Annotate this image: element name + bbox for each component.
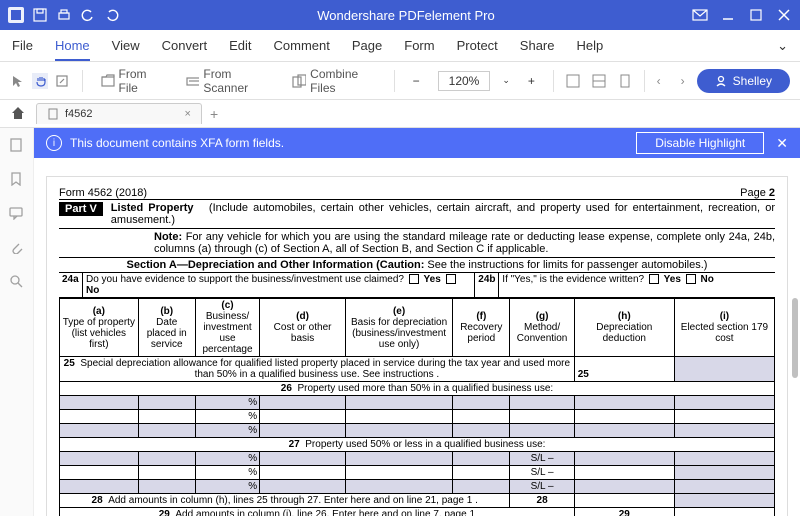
maximize-icon[interactable] (748, 7, 764, 23)
app-title: Wondershare PDFelement Pro (120, 8, 692, 23)
xfa-banner: i This document contains XFA form fields… (34, 128, 800, 158)
tab-close-icon[interactable]: × (185, 108, 191, 120)
zoom-dropdown-icon[interactable]: ⌄ (502, 75, 510, 86)
pointer-tool-icon[interactable] (10, 73, 26, 89)
menu-view[interactable]: View (112, 38, 140, 53)
menu-convert[interactable]: Convert (162, 38, 208, 53)
menu-page[interactable]: Page (352, 38, 382, 53)
property-table: (a)Type of property (list vehicles first… (59, 298, 775, 516)
info-icon: i (46, 135, 62, 151)
menu-chevron-icon[interactable]: ⌄ (777, 38, 788, 54)
tab-add-icon[interactable]: + (210, 106, 218, 122)
disable-highlight-button[interactable]: Disable Highlight (636, 132, 764, 154)
content-area: i This document contains XFA form fields… (34, 128, 800, 516)
fit-width-icon[interactable] (566, 73, 580, 89)
redo-icon[interactable] (104, 7, 120, 23)
pdf-page: Form 4562 (2018) Page 2 Part V Listed Pr… (46, 176, 788, 516)
comments-icon[interactable] (9, 206, 25, 222)
mail-icon[interactable] (692, 7, 708, 23)
combine-files-button[interactable]: Combine Files (286, 63, 381, 99)
section-a-header: Section A—Depreciation and Other Informa… (59, 257, 775, 273)
document-tab[interactable]: f4562 × (36, 103, 202, 124)
fit-page-icon[interactable] (592, 73, 606, 89)
titlebar: Wondershare PDFelement Pro (0, 0, 800, 30)
tabbar: f4562 × + (0, 100, 800, 128)
toolbar: From File From Scanner Combine Files − 1… (0, 62, 800, 100)
form-header-right: Page 2 (740, 187, 775, 199)
print-icon[interactable] (56, 7, 72, 23)
checkbox-24a-no[interactable] (446, 274, 456, 284)
search-icon[interactable] (9, 274, 25, 290)
menubar: File Home View Convert Edit Comment Page… (0, 30, 800, 62)
edit-tool-icon[interactable] (54, 73, 70, 89)
from-file-button[interactable]: From File (95, 63, 168, 99)
menu-file[interactable]: File (12, 38, 33, 53)
thumbnails-icon[interactable] (9, 138, 25, 154)
menu-form[interactable]: Form (404, 38, 434, 53)
minimize-icon[interactable] (720, 7, 736, 23)
banner-message: This document contains XFA form fields. (70, 136, 284, 150)
actual-size-icon[interactable] (618, 73, 632, 89)
undo-icon[interactable] (80, 7, 96, 23)
menu-protect[interactable]: Protect (457, 38, 498, 53)
checkbox-24b-yes[interactable] (649, 274, 659, 284)
banner-close-icon[interactable]: ✕ (776, 135, 788, 152)
checkbox-24b-no[interactable] (686, 274, 696, 284)
part-v-badge: Part V (59, 202, 103, 216)
user-button[interactable]: Shelley (697, 69, 790, 93)
menu-help[interactable]: Help (577, 38, 604, 53)
note-text: Note: For any vehicle for which you are … (59, 229, 775, 257)
zoom-in-button[interactable]: + (522, 74, 541, 88)
tab-title: f4562 (65, 108, 93, 120)
bookmarks-icon[interactable] (9, 172, 25, 188)
zoom-level[interactable]: 120% (438, 71, 491, 91)
form-header-left: Form 4562 (2018) (59, 187, 147, 199)
sidebar (0, 128, 34, 516)
save-icon[interactable] (32, 7, 48, 23)
from-scanner-button[interactable]: From Scanner (180, 63, 275, 99)
attachments-icon[interactable] (9, 240, 25, 256)
app-logo-icon (8, 7, 24, 23)
scrollbar[interactable] (792, 298, 798, 378)
menu-share[interactable]: Share (520, 38, 555, 53)
next-page-icon[interactable]: › (681, 74, 685, 88)
zoom-out-button[interactable]: − (407, 74, 426, 88)
checkbox-24a-yes[interactable] (409, 274, 419, 284)
menu-comment[interactable]: Comment (274, 38, 330, 53)
menu-edit[interactable]: Edit (229, 38, 251, 53)
hand-tool-icon[interactable] (32, 73, 48, 89)
home-icon[interactable] (10, 105, 26, 124)
prev-page-icon[interactable]: ‹ (657, 74, 661, 88)
menu-home[interactable]: Home (55, 38, 90, 61)
close-icon[interactable] (776, 7, 792, 23)
